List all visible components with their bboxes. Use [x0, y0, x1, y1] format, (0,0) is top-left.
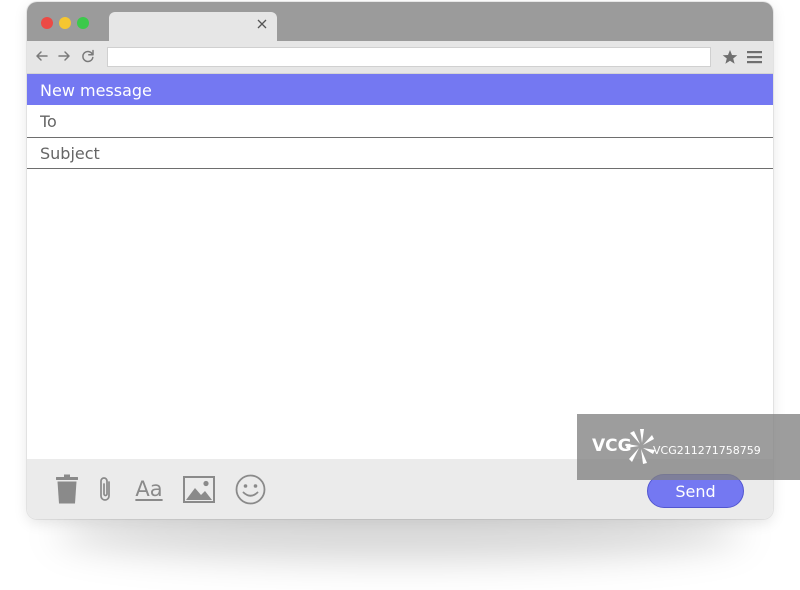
forward-arrow-icon[interactable] [57, 49, 71, 63]
watermark: VCG VCG211271758759 [577, 414, 800, 480]
attach-button[interactable] [97, 473, 115, 505]
watermark-logo-icon [626, 429, 655, 464]
browser-tab[interactable] [109, 12, 277, 41]
compose-title: New message [40, 81, 152, 100]
insert-image-button[interactable] [183, 473, 215, 505]
subject-field[interactable] [40, 142, 760, 164]
title-bar [27, 2, 773, 41]
back-arrow-icon[interactable] [35, 49, 49, 63]
subject-row [27, 138, 773, 169]
address-bar[interactable] [107, 47, 711, 68]
delete-button[interactable] [55, 473, 79, 505]
compose-header: New message [27, 74, 773, 105]
send-label: Send [675, 481, 716, 501]
emoji-button[interactable] [234, 473, 266, 505]
image-icon [183, 475, 215, 503]
format-button[interactable]: Aa [133, 473, 165, 505]
address-input[interactable] [108, 50, 710, 68]
menu-icon[interactable] [746, 49, 763, 65]
star-icon[interactable] [722, 49, 738, 65]
reload-icon[interactable] [81, 49, 95, 63]
close-window-button[interactable] [41, 17, 53, 29]
close-icon[interactable] [255, 17, 269, 31]
smiley-icon [235, 474, 265, 504]
browser-toolbar [27, 41, 773, 74]
format-label: Aa [135, 477, 163, 501]
watermark-id: VCG211271758759 [653, 444, 761, 457]
to-row [27, 106, 773, 138]
paperclip-icon [100, 477, 110, 501]
to-field[interactable] [40, 110, 760, 132]
zoom-window-button[interactable] [77, 17, 89, 29]
minimize-window-button[interactable] [59, 17, 71, 29]
trash-icon [56, 474, 78, 504]
